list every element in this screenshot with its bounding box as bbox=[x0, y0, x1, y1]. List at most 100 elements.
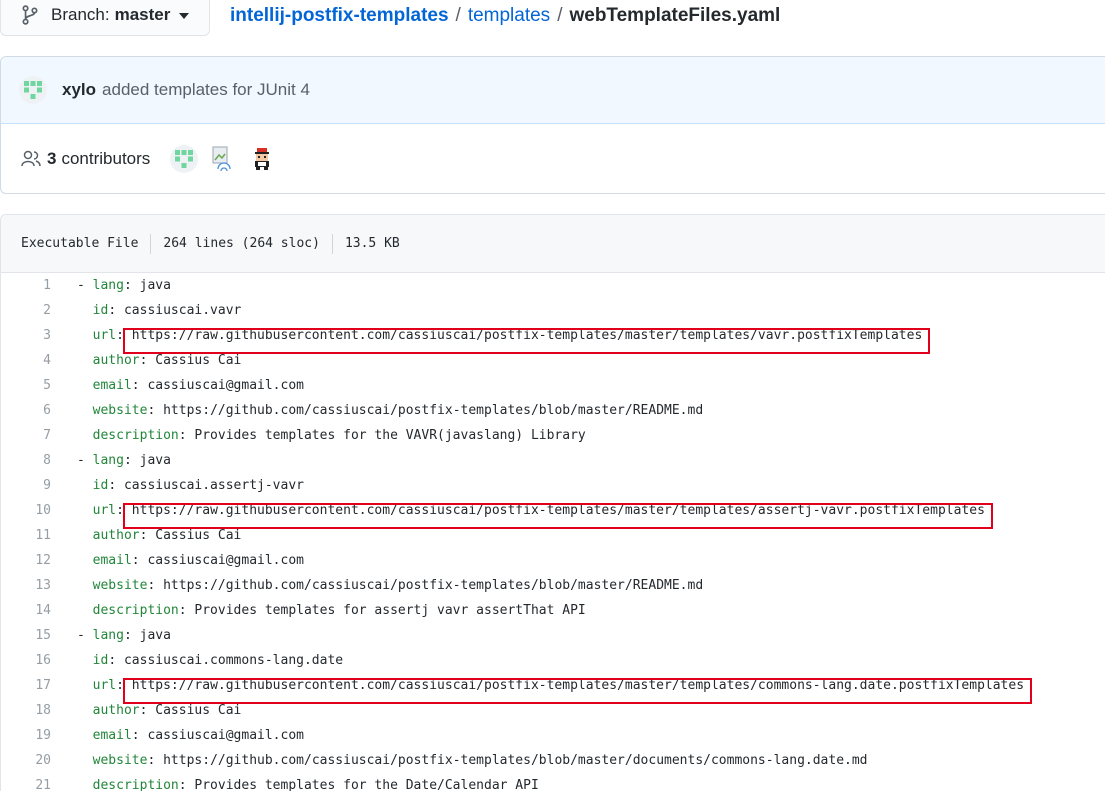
contributor-avatar[interactable] bbox=[210, 145, 236, 173]
yaml-value: https://github.com/cassiuscai/postfix-te… bbox=[163, 753, 868, 768]
line-number[interactable]: 13 bbox=[1, 573, 51, 598]
line-number[interactable]: 3 bbox=[1, 323, 51, 348]
yaml-value: Cassius Cai bbox=[155, 528, 242, 543]
line-content: url: https://raw.githubusercontent.com/c… bbox=[51, 498, 985, 523]
yaml-value: Provides templates for the Date/Calendar… bbox=[194, 778, 539, 791]
line-number[interactable]: 9 bbox=[1, 473, 51, 498]
breadcrumb-folder-link[interactable]: templates bbox=[468, 5, 550, 27]
commit-author-link[interactable]: xylo bbox=[62, 80, 96, 100]
contributor-avatar[interactable] bbox=[248, 145, 277, 173]
line-number[interactable]: 14 bbox=[1, 598, 51, 623]
code-line: 16 id: cassiuscai.commons-lang.date bbox=[1, 648, 1105, 673]
line-content: - lang: java bbox=[51, 448, 171, 473]
yaml-colon: : bbox=[178, 428, 195, 443]
highlighted-url-value: https://raw.githubusercontent.com/cassiu… bbox=[131, 503, 985, 518]
yaml-key: author bbox=[92, 528, 140, 543]
line-number[interactable]: 18 bbox=[1, 698, 51, 723]
yaml-value: Provides templates for the VAVR(javaslan… bbox=[194, 428, 586, 443]
code-line: 15- lang: java bbox=[1, 623, 1105, 648]
branch-selector-button[interactable]: Branch: master bbox=[0, 0, 210, 36]
yaml-key: lang bbox=[92, 453, 124, 468]
line-number[interactable]: 10 bbox=[1, 498, 51, 523]
yaml-key: url bbox=[92, 503, 117, 518]
yaml-key: lang bbox=[92, 628, 124, 643]
line-number[interactable]: 21 bbox=[1, 773, 51, 791]
line-number[interactable]: 16 bbox=[1, 648, 51, 673]
line-number[interactable]: 15 bbox=[1, 623, 51, 648]
latest-commit-row: xylo added templates for JUnit 4 bbox=[1, 57, 1105, 124]
yaml-dash bbox=[77, 403, 93, 418]
yaml-dash bbox=[77, 678, 93, 693]
identicon-icon bbox=[175, 150, 194, 168]
yaml-colon: : bbox=[131, 378, 148, 393]
yaml-colon: : bbox=[108, 303, 124, 318]
yaml-dash bbox=[77, 478, 93, 493]
line-content: url: https://raw.githubusercontent.com/c… bbox=[51, 323, 923, 348]
line-number[interactable]: 17 bbox=[1, 673, 51, 698]
line-content: id: cassiuscai.assertj-vavr bbox=[51, 473, 304, 498]
breadcrumb-file-name: webTemplateFiles.yaml bbox=[569, 5, 781, 26]
line-number[interactable]: 2 bbox=[1, 298, 51, 323]
yaml-dash bbox=[77, 728, 93, 743]
code-listing: 1- lang: java 2 id: cassiuscai.vavr 3 url:… bbox=[1, 273, 1105, 791]
line-content: website: https://github.com/cassiuscai/p… bbox=[51, 748, 868, 773]
commit-message-link[interactable]: added templates for JUnit 4 bbox=[102, 80, 310, 100]
branch-label: Branch: bbox=[51, 5, 110, 24]
code-line: 21 description: Provides templates for t… bbox=[1, 773, 1105, 791]
author-avatar[interactable] bbox=[19, 76, 47, 104]
yaml-key: author bbox=[92, 353, 140, 368]
yaml-key: email bbox=[92, 728, 132, 743]
code-line: 6 website: https://github.com/cassiuscai… bbox=[1, 398, 1105, 423]
yaml-value: https://github.com/cassiuscai/postfix-te… bbox=[163, 403, 704, 418]
yaml-key: url bbox=[92, 328, 117, 343]
git-branch-icon bbox=[22, 5, 38, 25]
yaml-value: Cassius Cai bbox=[155, 703, 242, 718]
code-line: 5 email: cassiuscai@gmail.com bbox=[1, 373, 1105, 398]
yaml-dash bbox=[77, 303, 93, 318]
yaml-value: Provides templates for assertj vavr asse… bbox=[194, 603, 586, 618]
yaml-dash bbox=[77, 578, 93, 593]
line-number[interactable]: 11 bbox=[1, 523, 51, 548]
line-number[interactable]: 12 bbox=[1, 548, 51, 573]
yaml-value: java bbox=[139, 628, 171, 643]
yaml-dash: - bbox=[77, 628, 93, 643]
line-number[interactable]: 1 bbox=[1, 273, 51, 298]
code-line: 20 website: https://github.com/cassiusca… bbox=[1, 748, 1105, 773]
yaml-colon: : bbox=[123, 278, 140, 293]
breadcrumb: intellij-postfix-templates / templates /… bbox=[230, 5, 780, 27]
yaml-value: https://github.com/cassiuscai/postfix-te… bbox=[163, 578, 704, 593]
code-line: 13 website: https://github.com/cassiusca… bbox=[1, 573, 1105, 598]
yaml-dash bbox=[77, 353, 93, 368]
code-line: 14 description: Provides templates for a… bbox=[1, 598, 1105, 623]
breadcrumb-repo-link[interactable]: intellij-postfix-templates bbox=[230, 5, 449, 27]
line-content: id: cassiuscai.vavr bbox=[51, 298, 242, 323]
contributor-avatar[interactable] bbox=[170, 145, 199, 173]
commit-info-box: xylo added templates for JUnit 4 3 contr… bbox=[0, 56, 1105, 194]
yaml-dash: - bbox=[77, 453, 93, 468]
line-content: id: cassiuscai.commons-lang.date bbox=[51, 648, 343, 673]
code-line: 19 email: cassiuscai@gmail.com bbox=[1, 723, 1105, 748]
line-number[interactable]: 5 bbox=[1, 373, 51, 398]
yaml-dash bbox=[77, 528, 93, 543]
yaml-key: description bbox=[92, 778, 179, 791]
line-content: email: cassiuscai@gmail.com bbox=[51, 548, 304, 573]
code-line: 1- lang: java bbox=[1, 273, 1105, 298]
line-number[interactable]: 4 bbox=[1, 348, 51, 373]
line-number[interactable]: 8 bbox=[1, 448, 51, 473]
yaml-key: description bbox=[92, 603, 179, 618]
line-number[interactable]: 7 bbox=[1, 423, 51, 448]
yaml-colon: : bbox=[123, 453, 140, 468]
line-number[interactable]: 19 bbox=[1, 723, 51, 748]
yaml-key: description bbox=[92, 428, 179, 443]
yaml-key: id bbox=[92, 478, 109, 493]
yaml-colon: : bbox=[131, 728, 148, 743]
line-content: author: Cassius Cai bbox=[51, 348, 242, 373]
line-content: author: Cassius Cai bbox=[51, 698, 242, 723]
line-number[interactable]: 6 bbox=[1, 398, 51, 423]
breadcrumb-separator: / bbox=[557, 5, 563, 26]
branch-name: master bbox=[114, 5, 171, 24]
people-icon bbox=[21, 150, 41, 167]
yaml-colon: : bbox=[108, 653, 124, 668]
line-number[interactable]: 20 bbox=[1, 748, 51, 773]
file-mode: Executable File bbox=[21, 236, 139, 251]
